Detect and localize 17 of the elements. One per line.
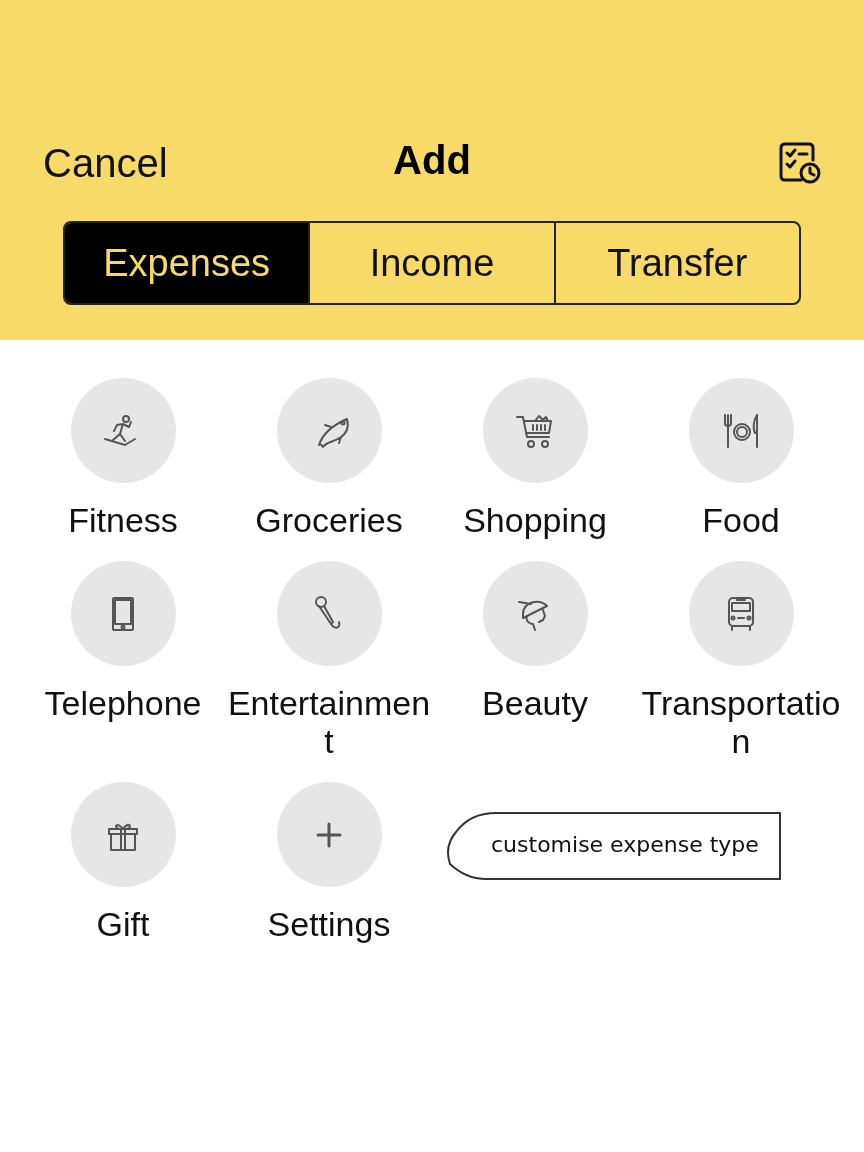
tooltip-text: customise expense type: [491, 832, 759, 857]
page-title: Add: [393, 138, 471, 183]
category-label: Settings: [266, 905, 392, 943]
category-label: Groceries: [254, 501, 404, 539]
category-label: Entertainment: [226, 684, 432, 760]
category-label: Fitness: [67, 501, 179, 539]
tab[interactable]: Income: [308, 223, 554, 303]
category-label: Beauty: [481, 684, 589, 722]
category-label: Shopping: [462, 501, 608, 539]
category-label: Telephone: [43, 684, 203, 722]
cancel-button[interactable]: Cancel: [43, 140, 168, 186]
category-label: Transportation: [640, 684, 842, 760]
checklist-clock-icon[interactable]: [779, 142, 821, 184]
tab[interactable]: Transfer: [553, 223, 799, 303]
tab[interactable]: Expenses: [65, 223, 309, 303]
category-label: Food: [701, 501, 781, 539]
category-label: Gift: [95, 905, 151, 943]
